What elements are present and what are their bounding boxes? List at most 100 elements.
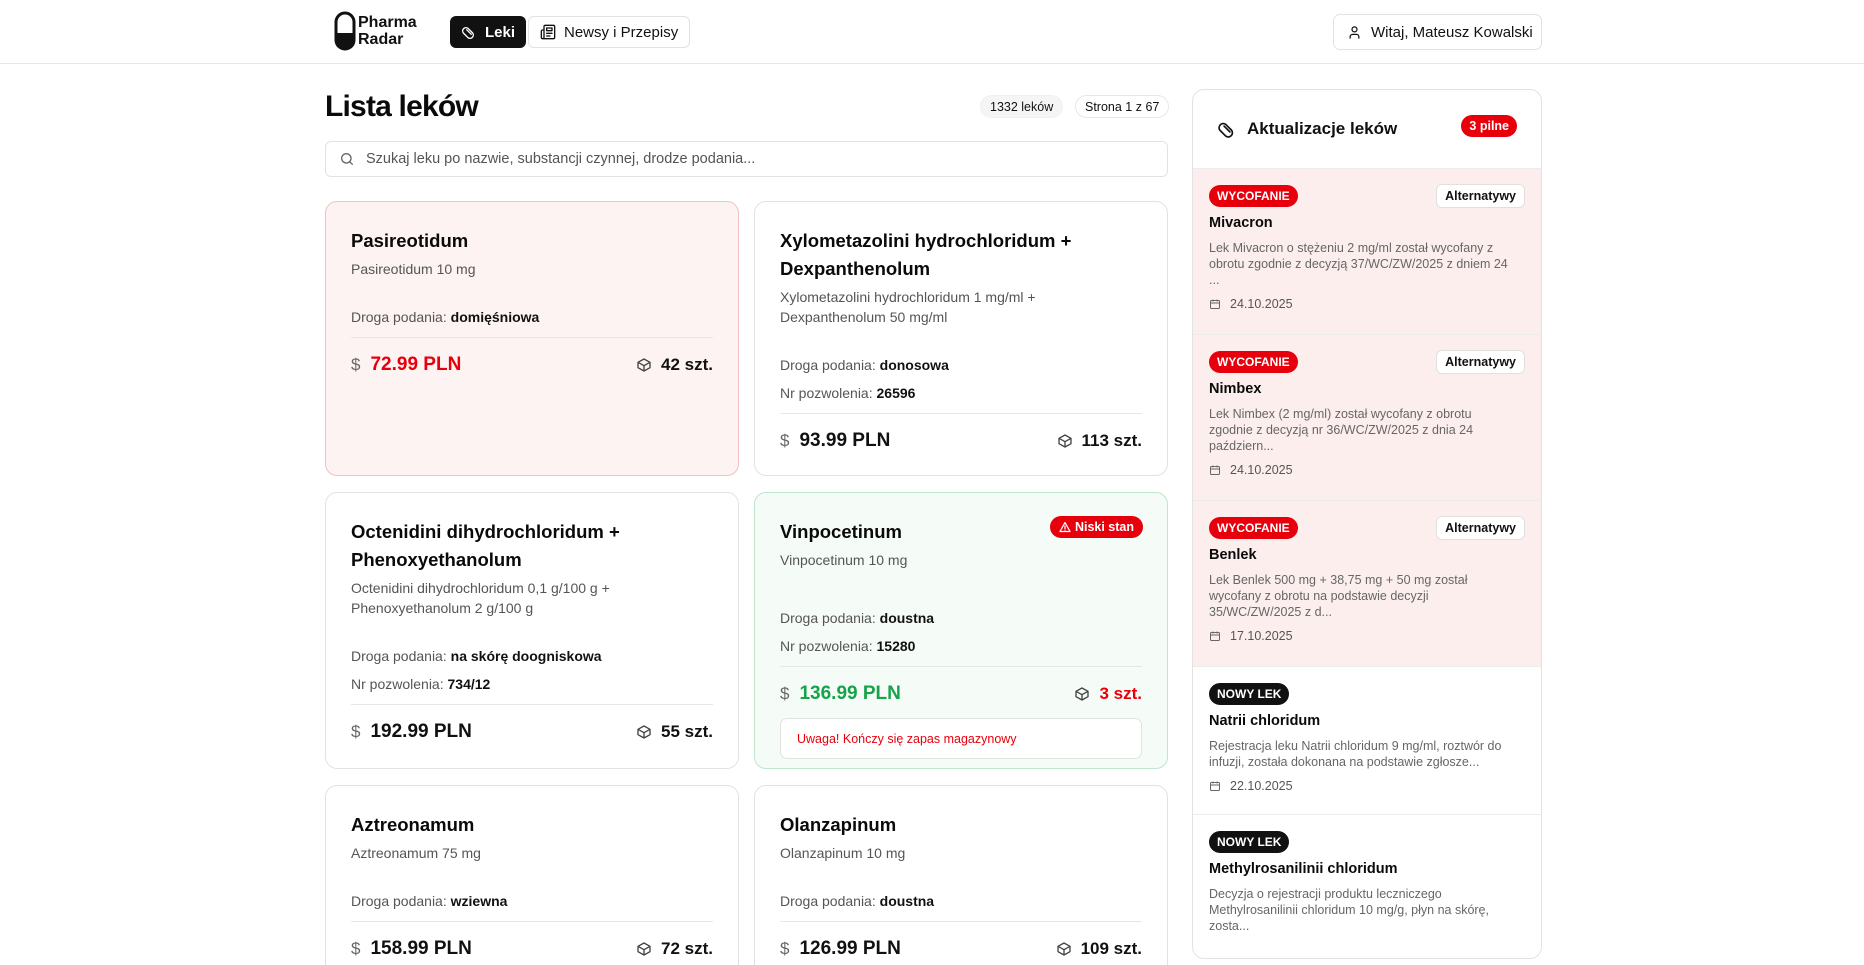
route-row: Droga podania: wziewna <box>351 891 713 911</box>
route-value: doustna <box>879 610 935 626</box>
alternatives-button[interactable]: Alternatywy <box>1436 350 1525 374</box>
update-description: Lek Benlek 500 mg + 38,75 mg + 50 mg zos… <box>1209 573 1468 619</box>
price: $72.99 PLN <box>351 354 461 376</box>
panel-header: Aktualizacje leków 3 pilne <box>1193 90 1541 168</box>
page-indicator-badge: Strona 1 z 67 <box>1075 95 1170 118</box>
low-stock-warning: Uwaga! Kończy się zapas magazynowy <box>780 718 1142 759</box>
update-date-value: 24.10.2025 <box>1230 297 1293 311</box>
drug-card[interactable]: Aztreonamum Aztreonamum 75 mg Droga poda… <box>325 785 739 965</box>
logo-text: Pharma Radar <box>358 14 417 48</box>
permit-row: Nr pozwolenia: 734/12 <box>351 674 713 694</box>
update-date: 22.10.2025 <box>1209 779 1525 793</box>
price-value: 126.99 PLN <box>799 938 901 959</box>
price: $136.99 PLN <box>780 683 901 705</box>
pill-icon <box>462 27 474 39</box>
calendar-icon <box>1210 631 1220 641</box>
update-item[interactable]: WYCOFANIE Alternatywy Mivacron Lek Mivac… <box>1193 168 1541 334</box>
drug-name: Olanzapinum <box>780 814 897 835</box>
logo[interactable]: Pharma Radar <box>334 10 417 52</box>
drug-substance: Aztreonamum 75 mg <box>351 845 481 861</box>
route-label: Droga podania: <box>351 893 447 909</box>
nav-leki-label: Leki <box>485 23 516 41</box>
route-value: doustna <box>879 893 935 909</box>
package-icon <box>1057 434 1072 448</box>
stock-value: 113 szt. <box>1081 431 1143 450</box>
update-date: 17.10.2025 <box>1209 629 1525 643</box>
update-date-value: 22.10.2025 <box>1230 779 1293 793</box>
price-value: 93.99 PLN <box>799 430 891 451</box>
top-navbar: Pharma Radar Leki Newsy i Przepisy Witaj… <box>0 0 1864 64</box>
price-row: $126.99 PLN 109 szt. <box>780 921 1142 965</box>
update-drug-name: Natrii chloridum <box>1209 713 1321 729</box>
search-box[interactable] <box>325 141 1168 177</box>
capsule-logo-icon <box>334 11 356 51</box>
package-icon <box>637 942 651 956</box>
drug-count-badge: 1332 leków <box>980 95 1064 118</box>
stock-value: 55 szt. <box>661 722 713 741</box>
user-menu-button[interactable]: Witaj, Mateusz Kowalski <box>1333 14 1542 50</box>
price: $93.99 PLN <box>780 430 890 452</box>
price: $158.99 PLN <box>351 938 472 960</box>
search-icon <box>341 153 353 165</box>
price-value: 158.99 PLN <box>370 938 472 959</box>
low-stock-badge: Niski stan <box>1049 516 1143 538</box>
alternatives-button[interactable]: Alternatywy <box>1436 184 1525 208</box>
stock: 109 szt. <box>1056 939 1142 959</box>
user-greeting: Witaj, Mateusz Kowalski <box>1371 23 1533 41</box>
update-description: Decyzja o rejestracji produktu lecznicze… <box>1209 887 1489 933</box>
drug-substance: Pasireotidum 10 mg <box>351 261 476 277</box>
update-item[interactable]: NOWY LEK Natrii chloridum Rejestracja le… <box>1193 666 1541 814</box>
route-value: domięśniowa <box>450 309 540 325</box>
update-date-value: 24.10.2025 <box>1230 463 1293 477</box>
route-label: Droga podania: <box>351 309 447 325</box>
stock: 42 szt. <box>636 355 713 375</box>
drug-card[interactable]: Olanzapinum Olanzapinum 10 mg Droga poda… <box>754 785 1168 965</box>
pill-icon <box>1218 122 1234 138</box>
nav-news-button[interactable]: Newsy i Przepisy <box>528 16 691 48</box>
drug-card[interactable]: Octenidini dihydrochloridum + Phenoxyeth… <box>325 492 739 769</box>
update-date: 24.10.2025 <box>1209 297 1525 311</box>
permit-value: 26596 <box>876 385 916 401</box>
urgent-count-badge: 3 pilne <box>1461 115 1517 137</box>
update-item[interactable]: WYCOFANIE Alternatywy Benlek Lek Benlek … <box>1193 500 1541 666</box>
stock-value: 3 szt. <box>1099 684 1142 703</box>
package-icon <box>637 358 651 372</box>
price-value: 72.99 PLN <box>370 354 462 375</box>
stock-value: 72 szt. <box>661 939 713 958</box>
route-value: wziewna <box>450 893 508 909</box>
update-item[interactable]: NOWY LEK Methylrosanilinii chloridum Dec… <box>1193 814 1541 958</box>
route-row: Droga podania: doustna <box>780 891 1142 911</box>
drug-name: Pasireotidum <box>351 230 469 251</box>
dollar-icon: $ <box>780 431 790 450</box>
update-item[interactable]: WYCOFANIE Alternatywy Nimbex Lek Nimbex … <box>1193 334 1541 500</box>
nav-news-label: Newsy i Przepisy <box>564 23 679 41</box>
drug-updates-panel: Aktualizacje leków 3 pilne WYCOFANIE Alt… <box>1192 89 1542 959</box>
route-label: Droga podania: <box>780 610 876 626</box>
update-date: 24.10.2025 <box>1209 463 1525 477</box>
alternatives-button[interactable]: Alternatywy <box>1436 516 1525 540</box>
new-drug-tag: NOWY LEK <box>1209 831 1290 853</box>
permit-label: Nr pozwolenia: <box>351 676 444 692</box>
dollar-icon: $ <box>780 939 790 958</box>
drug-card[interactable]: Niski stan Vinpocetinum Vinpocetinum 10 … <box>754 492 1168 769</box>
route-row: Droga podania: doustna <box>780 608 1142 628</box>
search-input[interactable] <box>366 151 1146 167</box>
calendar-icon <box>1210 465 1220 475</box>
update-description: Lek Nimbex (2 mg/ml) został wycofany z o… <box>1209 407 1474 453</box>
price: $126.99 PLN <box>780 938 901 960</box>
route-label: Droga podania: <box>351 648 447 664</box>
calendar-icon <box>1210 299 1220 309</box>
nav-leki-button[interactable]: Leki <box>450 16 527 48</box>
withdrawal-tag: WYCOFANIE <box>1209 351 1298 373</box>
stock-value: 109 szt. <box>1080 939 1142 958</box>
update-drug-name: Mivacron <box>1209 215 1273 231</box>
permit-value: 15280 <box>876 638 916 654</box>
route-row: Droga podania: donosowa <box>780 355 1142 375</box>
drug-card[interactable]: Pasireotidum Pasireotidum 10 mg Droga po… <box>325 201 739 476</box>
permit-value: 734/12 <box>447 676 491 692</box>
dollar-icon: $ <box>351 355 361 374</box>
drug-substance: Olanzapinum 10 mg <box>780 845 906 861</box>
dollar-icon: $ <box>351 939 361 958</box>
drug-card[interactable]: Xylometazolini hydrochloridum + Dexpanth… <box>754 201 1168 476</box>
route-value: na skórę doogniskowa <box>450 648 602 664</box>
